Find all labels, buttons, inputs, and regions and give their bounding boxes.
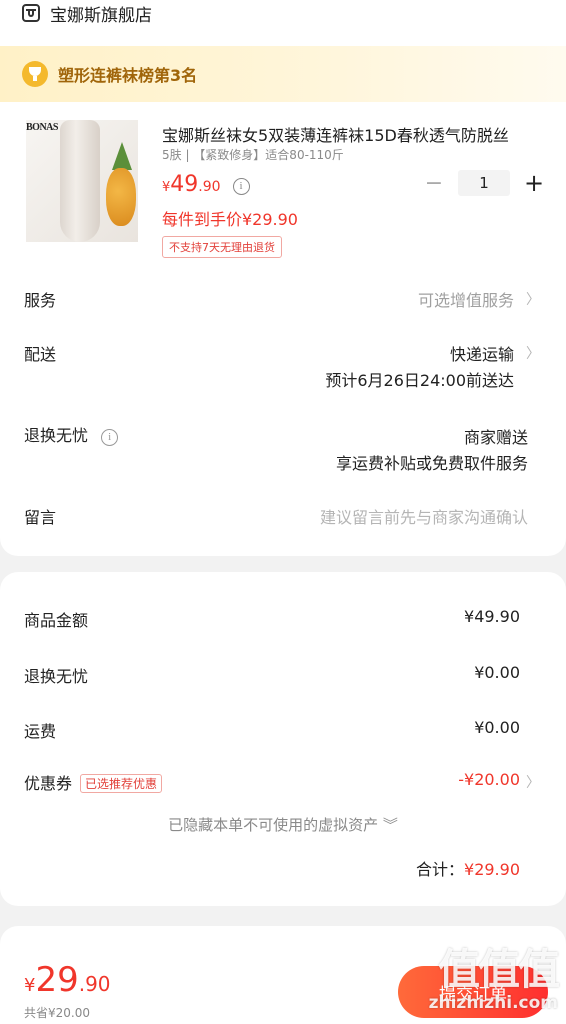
delivery-chevron-icon[interactable]: 〉 — [526, 343, 540, 363]
worry-free-value: 商家赠送 — [463, 428, 528, 447]
checkout-price-integer: 29 — [35, 960, 79, 1000]
hidden-assets-toggle[interactable]: 已隐藏本单不可使用的虚拟资产 ︾ — [0, 814, 566, 835]
delivery-method[interactable]: 快递运输 — [450, 341, 514, 365]
price-symbol: ¥ — [162, 180, 171, 195]
coupon-label: 优惠券 已选推荐优惠 — [24, 770, 163, 794]
rank-banner[interactable]: 塑形连裤袜榜第3名 — [0, 46, 566, 102]
price-decimal: .90 — [198, 179, 221, 195]
checkout-price: ¥ 29 .90 — [24, 960, 111, 1000]
store-name: 宝娜斯旗舰店 — [50, 5, 152, 26]
total-label: 合计： — [416, 860, 465, 879]
product-legs-graphic — [60, 120, 100, 242]
coupon-tag: 已选推荐优惠 — [80, 774, 163, 793]
checkout-price-symbol: ¥ — [24, 975, 36, 996]
worry-free-sub: 享运费补贴或免费取件服务 — [335, 454, 528, 473]
worry-free-fee-label: 退换无忧 — [24, 667, 89, 686]
submit-order-button[interactable]: 提交订单 — [398, 966, 548, 1018]
pineapple-leaves-graphic — [112, 142, 132, 170]
shipping-fee: ¥0.00 — [474, 718, 520, 737]
price-info-icon[interactable]: i — [232, 177, 250, 195]
quantity-stepper: − + — [422, 169, 546, 197]
trophy-icon — [22, 61, 48, 87]
product-price: ¥ 49 .90 i — [162, 172, 250, 197]
coupon-amount[interactable]: -¥20.00 — [458, 770, 520, 789]
product-title[interactable]: 宝娜斯丝袜女5双装薄连裤袜15D春秋透气防脱丝 — [162, 122, 532, 146]
quantity-input[interactable] — [458, 170, 510, 196]
message-label: 留言 — [24, 508, 57, 527]
checkout-price-decimal: .90 — [78, 972, 111, 996]
delivery-label: 配送 — [24, 345, 57, 364]
price-integer: 49 — [170, 172, 199, 197]
order-card: 宝娜斯旗舰店 塑形连裤袜榜第3名 BONAS 宝娜斯丝袜女5双装薄连裤袜15D春… — [0, 0, 566, 556]
total-amount: ¥29.90 — [464, 860, 520, 879]
return-policy-tag: 不支持7天无理由退货 — [162, 236, 282, 258]
shipping-fee-label: 运费 — [24, 722, 57, 741]
decrease-quantity-button[interactable]: − — [422, 171, 446, 196]
delivery-eta: 预计6月26日24:00前送达 — [325, 371, 514, 390]
coupon-chevron-icon[interactable]: 〉 — [526, 772, 540, 792]
rank-text: 塑形连裤袜榜第3名 — [58, 66, 198, 85]
price-summary-card: 商品金额 ¥49.90 退换无忧 ¥0.00 运费 ¥0.00 优惠券 已选推荐优… — [0, 572, 566, 906]
worry-free-label-text: 退换无忧 — [24, 426, 89, 445]
increase-quantity-button[interactable]: + — [522, 169, 546, 197]
goods-amount-label: 商品金额 — [24, 611, 89, 630]
product-spec[interactable]: 5肤 | 【紧致修身】适合80-110斤 — [162, 146, 344, 163]
savings-text: 共省¥20.00 — [24, 1006, 90, 1020]
store-header[interactable]: 宝娜斯旗舰店 — [22, 2, 152, 26]
product-image[interactable]: BONAS — [26, 120, 138, 242]
service-chevron-icon[interactable]: 〉 — [526, 289, 540, 309]
net-price: 每件到手价¥29.90 — [162, 210, 298, 229]
worry-free-fee: ¥0.00 — [474, 663, 520, 682]
message-input[interactable]: 建议留言前先与商家沟通确认 — [320, 504, 528, 528]
brand-logo: BONAS — [26, 122, 58, 133]
worry-free-label: 退换无忧 i — [24, 422, 119, 447]
total-row: 合计：¥29.90 — [416, 856, 520, 880]
goods-amount: ¥49.90 — [464, 607, 520, 626]
pineapple-graphic — [106, 168, 136, 226]
service-value[interactable]: 可选增值服务 — [418, 287, 514, 311]
store-icon — [22, 4, 40, 22]
coupon-label-text: 优惠券 — [24, 774, 73, 793]
worry-free-info-icon[interactable]: i — [101, 428, 119, 446]
service-label: 服务 — [24, 291, 57, 310]
